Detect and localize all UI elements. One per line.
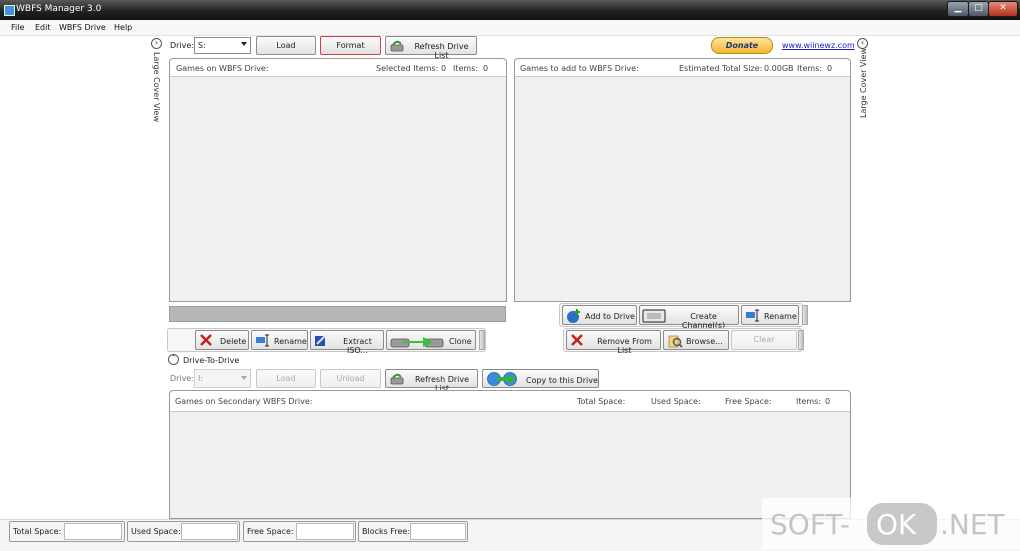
status-used-label: Used Space:: [131, 527, 181, 536]
add-list-title: Games to add to WBFS Drive:: [520, 64, 639, 73]
status-total-value: [64, 523, 122, 540]
games-to-add-list[interactable]: Games to add to WBFS Drive: Estimated To…: [514, 58, 851, 302]
chevron-down-icon: [241, 376, 247, 380]
rename-icon: [256, 334, 269, 347]
remove-from-list-button[interactable]: Remove From List: [566, 330, 661, 355]
drive-to-drive-toggle[interactable]: ˄: [168, 354, 179, 365]
maximize-button[interactable]: □: [968, 1, 989, 17]
drive-label: Drive:: [170, 41, 195, 50]
add-items-value: 0: [827, 64, 833, 73]
copy-label: Copy to this Drive: [526, 376, 598, 385]
wbfs-list-title: Games on WBFS Drive:: [176, 64, 269, 73]
website-link[interactable]: www.wiinewz.com: [782, 41, 855, 50]
wbfs-games-list[interactable]: Games on WBFS Drive: Selected Items: 0 I…: [169, 58, 507, 302]
menu-help[interactable]: Help: [114, 23, 132, 32]
secondary-used-label: Used Space:: [651, 397, 701, 406]
browse-label: Browse...: [686, 337, 723, 346]
status-blocks-value: [410, 523, 466, 540]
drive-select[interactable]: S:: [194, 37, 251, 54]
extract-iso-icon: [315, 334, 327, 346]
add-rename-label: Rename: [764, 312, 797, 321]
minimize-button[interactable]: ▁: [947, 1, 969, 17]
left-cover-toggle[interactable]: ›: [151, 38, 162, 49]
add-to-drive-button[interactable]: Add to Drive: [562, 305, 637, 325]
secondary-drive-value: I:: [198, 374, 204, 383]
window-title: WBFS Manager 3.0: [16, 4, 102, 14]
progress-bar: [169, 306, 506, 322]
menu-wbfs-drive[interactable]: WBFS Drive: [59, 23, 106, 32]
clone-drives-icon: [390, 337, 444, 348]
secondary-load-button[interactable]: Load: [256, 369, 316, 388]
menu-file[interactable]: File: [11, 23, 24, 32]
rename-icon: [746, 309, 759, 322]
watermark-mid: OK: [876, 508, 917, 541]
delete-button[interactable]: Delete: [195, 330, 249, 350]
app-icon: [4, 5, 15, 16]
watermark-right: .NET: [940, 508, 1005, 541]
add-rename-button[interactable]: Rename: [741, 305, 799, 325]
copy-discs-icon: [487, 372, 517, 386]
load-button[interactable]: Load: [256, 36, 316, 55]
estimated-size-label: Estimated Total Size:: [679, 64, 763, 73]
estimated-size-value: 0.00GB: [764, 64, 794, 73]
drive-refresh-icon: [390, 373, 404, 385]
secondary-drive-select[interactable]: I:: [194, 369, 251, 388]
selected-items-label: Selected Items:: [376, 64, 439, 73]
status-free-value: [296, 523, 354, 540]
add-to-drive-label: Add to Drive: [585, 312, 635, 321]
add-to-drive-icon: [567, 309, 580, 323]
secondary-refresh-button[interactable]: Refresh Drive List: [385, 369, 478, 393]
drive-refresh-icon: [390, 40, 404, 52]
delete-label: Delete: [220, 337, 247, 346]
extract-label: Extract ISO...: [343, 337, 372, 355]
menu-bar: [0, 20, 1020, 36]
extract-iso-button[interactable]: Extract ISO...: [310, 330, 384, 355]
secondary-games-list[interactable]: Games on Secondary WBFS Drive: Total Spa…: [169, 390, 851, 519]
clone-label: Clone: [449, 337, 472, 346]
menu-edit[interactable]: Edit: [35, 23, 51, 32]
status-total-label: Total Space:: [13, 527, 62, 536]
clear-button[interactable]: Clear: [731, 330, 797, 350]
clone-button[interactable]: Clone: [386, 330, 476, 350]
items-label: Items:: [453, 64, 479, 73]
selected-items-value: 0: [441, 64, 447, 73]
donate-button[interactable]: Donate: [711, 37, 773, 54]
copy-to-drive-button[interactable]: Copy to this Drive: [482, 369, 599, 388]
right-cover-label[interactable]: Large Cover View: [859, 48, 868, 118]
secondary-total-label: Total Space:: [577, 397, 626, 406]
title-bar: [0, 0, 1020, 20]
secondary-items-label: Items:: [796, 397, 822, 406]
remove-label: Remove From List: [597, 337, 652, 355]
toolbar-grip[interactable]: [479, 330, 485, 350]
create-channel-button[interactable]: Create Channel(s): [639, 305, 739, 330]
remove-x-icon: [571, 334, 583, 346]
status-free-label: Free Space:: [247, 527, 294, 536]
browse-search-icon: [668, 335, 683, 348]
drive-to-drive-title: Drive-To-Drive: [183, 356, 240, 365]
chevron-down-icon: [241, 42, 247, 46]
delete-x-icon: [200, 334, 212, 346]
rename-label: Rename: [274, 337, 307, 346]
left-cover-label[interactable]: Large Cover View: [152, 52, 161, 122]
secondary-items-value: 0: [825, 397, 831, 406]
status-blocks-label: Blocks Free:: [362, 527, 411, 536]
secondary-list-title: Games on Secondary WBFS Drive:: [175, 397, 313, 406]
toolbar-grip[interactable]: [802, 305, 808, 325]
unload-button[interactable]: Unload: [320, 369, 381, 388]
channel-icon: [642, 309, 666, 323]
browse-button[interactable]: Browse...: [663, 330, 729, 350]
rename-button[interactable]: Rename: [251, 330, 308, 350]
format-button[interactable]: Format: [320, 36, 381, 55]
items-value: 0: [483, 64, 489, 73]
secondary-free-label: Free Space:: [725, 397, 772, 406]
toolbar-grip[interactable]: [798, 330, 804, 350]
watermark-left: SOFT-: [770, 508, 851, 541]
refresh-drive-list-button[interactable]: Refresh Drive List: [385, 36, 477, 60]
add-items-label: Items:: [797, 64, 823, 73]
drive-select-value: S:: [198, 41, 206, 50]
secondary-drive-label: Drive:: [170, 374, 195, 383]
status-used-value: [181, 523, 238, 540]
close-button[interactable]: ✕: [988, 1, 1018, 17]
